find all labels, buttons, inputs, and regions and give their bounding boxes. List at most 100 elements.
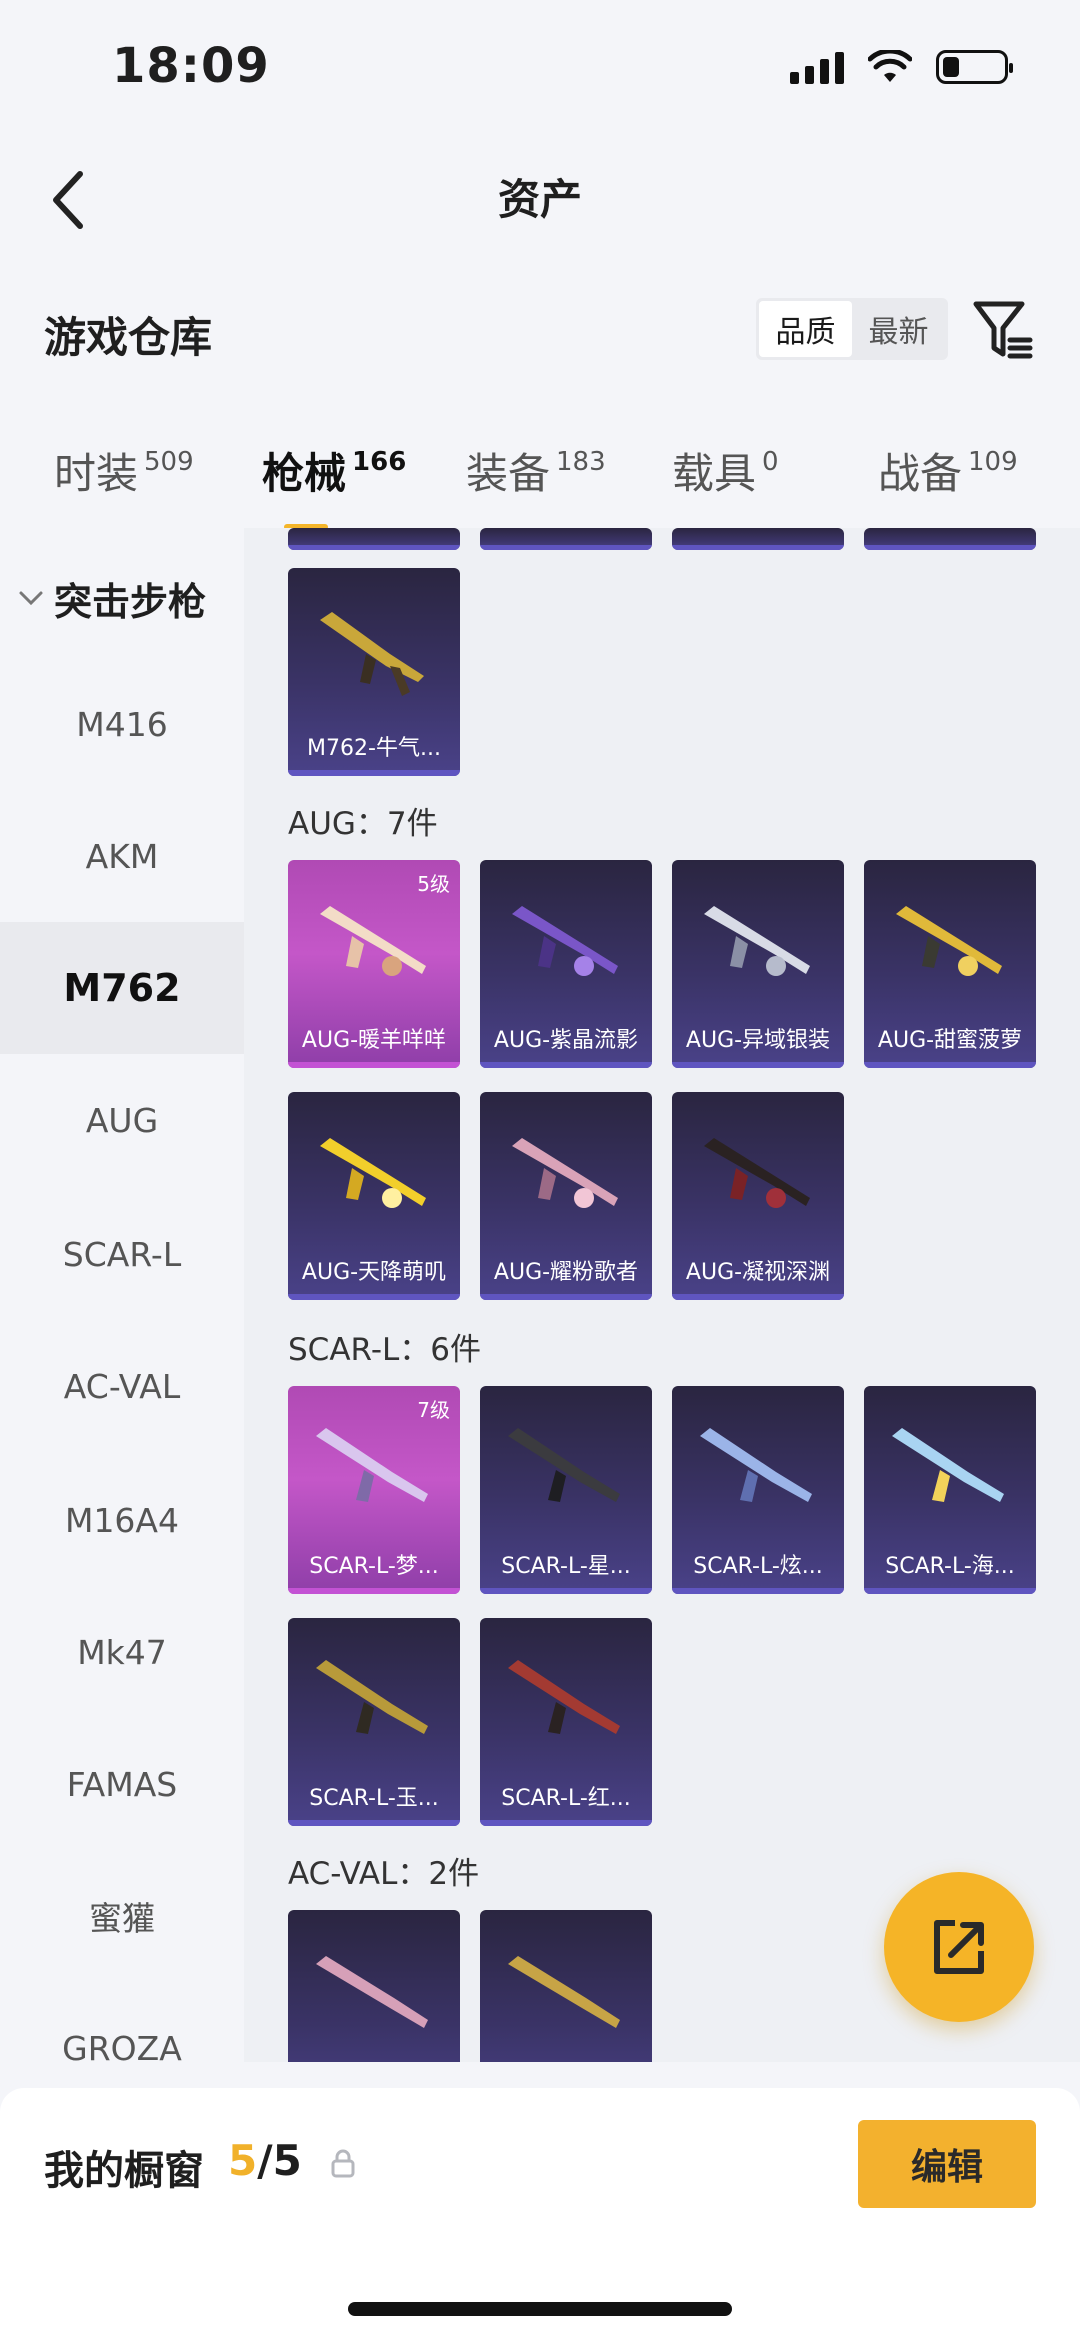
page-title: 资产	[497, 175, 582, 224]
skin-card[interactable]: AUG-异域银装	[672, 860, 844, 1068]
section-title: 游戏仓库	[44, 313, 213, 362]
status-icons	[790, 50, 1013, 84]
gun-image-icon	[896, 906, 1002, 976]
sidebar-item-aug[interactable]: AUG	[0, 1054, 244, 1186]
tab-weapons[interactable]: 枪械 166	[262, 440, 407, 530]
skin-card[interactable]	[864, 528, 1036, 550]
tab-supplies[interactable]: 战备 109	[878, 440, 1018, 501]
tab-label: 载具	[672, 449, 757, 498]
skin-card[interactable]: M762-牛气...	[288, 568, 460, 776]
sidebar-item-m16a4[interactable]: M16A4	[0, 1454, 244, 1586]
skin-card[interactable]	[288, 1910, 460, 2062]
sidebar-item-groza[interactable]: GROZA	[0, 1982, 244, 2063]
tab-count: 166	[352, 447, 407, 477]
gun-image-icon	[316, 1660, 428, 1734]
sort-latest-button[interactable]: 最新	[852, 301, 945, 357]
tab-count: 509	[144, 447, 194, 477]
skin-name: AUG-凝视深渊	[685, 1260, 831, 1285]
tab-fashion[interactable]: 时装 509	[54, 440, 194, 501]
tab-label: 装备	[466, 449, 551, 498]
weapon-type-sidebar: 突击步枪 M416 AKM M762 AUG SCAR-L AC-VAL M16…	[0, 528, 244, 2062]
chevron-down-icon	[19, 591, 43, 606]
skin-card[interactable]: AUG-紫晶流影	[480, 860, 652, 1068]
gun-image-icon	[320, 1138, 426, 1208]
showcase-bar: 我的橱窗 5/5 编辑	[0, 2088, 1080, 2337]
gun-image-icon	[512, 1138, 618, 1208]
sidebar-item-m762[interactable]: M762	[0, 922, 244, 1054]
sidebar-item-mk47[interactable]: Mk47	[0, 1586, 244, 1718]
skin-card[interactable]: SCAR-L-海...	[864, 1386, 1036, 1594]
sidebar-item-honey-badger[interactable]: 蜜獾	[0, 1850, 244, 1982]
home-indicator	[348, 2302, 732, 2316]
gun-image-icon	[700, 1428, 812, 1502]
sidebar-group-assault-rifles[interactable]: 突击步枪	[0, 558, 244, 638]
skin-card[interactable]: 5级 AUG-暖羊咩咩	[288, 860, 460, 1068]
sidebar-item-m416[interactable]: M416	[0, 658, 244, 790]
skin-card[interactable]: SCAR-L-星...	[480, 1386, 652, 1594]
skin-card[interactable]	[672, 528, 844, 550]
gun-image-icon	[704, 906, 810, 976]
skin-card[interactable]	[480, 1910, 652, 2062]
gun-image-icon	[508, 1428, 620, 1502]
gun-image-icon	[512, 906, 618, 976]
skin-name: AUG-天降萌叽	[301, 1260, 447, 1285]
gun-image-icon	[508, 1956, 620, 2028]
sidebar-item-ac-val[interactable]: AC-VAL	[0, 1320, 244, 1452]
gun-image-icon	[704, 1138, 810, 1208]
skin-card[interactable]: 7级 SCAR-L-梦...	[288, 1386, 460, 1594]
skin-name: SCAR-L-海...	[885, 1554, 1015, 1579]
skin-name: AUG-甜蜜菠萝	[877, 1028, 1023, 1053]
filter-icon	[973, 301, 1033, 359]
tab-count: 109	[968, 447, 1018, 477]
skin-card[interactable]: SCAR-L-炫...	[672, 1386, 844, 1594]
category-tabs: 时装 509 枪械 166 装备 183 载具 0 战备 109	[0, 420, 1080, 530]
group-label-scar-l: SCAR-L：6件	[288, 1332, 481, 1368]
skin-name: SCAR-L-炫...	[693, 1554, 823, 1579]
showcase-total: /5	[257, 2136, 302, 2185]
tab-label: 枪械	[262, 449, 347, 498]
showcase-count: 5/5	[228, 2136, 302, 2185]
status-time: 18:09	[112, 38, 270, 94]
tab-count: 0	[762, 447, 779, 477]
section-header: 游戏仓库 品质 最新	[0, 280, 1080, 380]
skin-name: AUG-异域银装	[685, 1028, 831, 1053]
skin-card[interactable]: SCAR-L-玉...	[288, 1618, 460, 1826]
sidebar-item-akm[interactable]: AKM	[0, 790, 244, 922]
gun-image-icon	[316, 1428, 428, 1502]
tab-equipment[interactable]: 装备 183	[466, 440, 606, 501]
tab-count: 183	[556, 447, 606, 477]
skin-name: SCAR-L-梦...	[309, 1554, 439, 1579]
wifi-icon	[868, 50, 912, 82]
skin-name: SCAR-L-红...	[501, 1786, 631, 1811]
status-bar: 18:09	[0, 0, 1080, 140]
skin-card[interactable]	[288, 528, 460, 550]
filter-button[interactable]	[970, 298, 1036, 364]
sort-quality-button[interactable]: 品质	[759, 301, 852, 357]
skin-card[interactable]: AUG-天降萌叽	[288, 1092, 460, 1300]
skin-name: AUG-紫晶流影	[493, 1028, 639, 1053]
share-icon	[934, 1920, 984, 1974]
tab-label: 战备	[878, 449, 963, 498]
skin-card[interactable]: AUG-凝视深渊	[672, 1092, 844, 1300]
edit-button[interactable]: 编辑	[858, 2120, 1036, 2208]
tab-vehicles[interactable]: 载具 0	[672, 440, 779, 501]
skin-card[interactable]: AUG-耀粉歌者	[480, 1092, 652, 1300]
share-button[interactable]	[884, 1872, 1034, 2022]
weapon-skin-grid: M762-牛气... AUG：7件 5级 AUG-暖羊咩咩 AUG-紫晶流影 A…	[244, 528, 1080, 2062]
showcase-current: 5	[228, 2136, 258, 2185]
gun-image-icon	[320, 906, 426, 976]
sidebar-item-famas[interactable]: FAMAS	[0, 1718, 244, 1850]
gun-image-icon	[508, 1660, 620, 1734]
gun-image-icon	[316, 1956, 428, 2028]
skin-card[interactable]: SCAR-L-红...	[480, 1618, 652, 1826]
showcase-label: 我的橱窗	[44, 2148, 204, 2194]
sidebar-item-scar-l[interactable]: SCAR-L	[0, 1188, 244, 1320]
skin-name: M762-牛气...	[307, 736, 441, 761]
skin-name: SCAR-L-星...	[501, 1554, 631, 1579]
skin-card[interactable]: AUG-甜蜜菠萝	[864, 860, 1036, 1068]
sort-toggle: 品质 最新	[756, 298, 948, 360]
sidebar-group-label: 突击步枪	[54, 579, 207, 624]
skin-card[interactable]	[480, 528, 652, 550]
gun-image-icon	[892, 1428, 1004, 1502]
lock-icon	[331, 2149, 355, 2178]
